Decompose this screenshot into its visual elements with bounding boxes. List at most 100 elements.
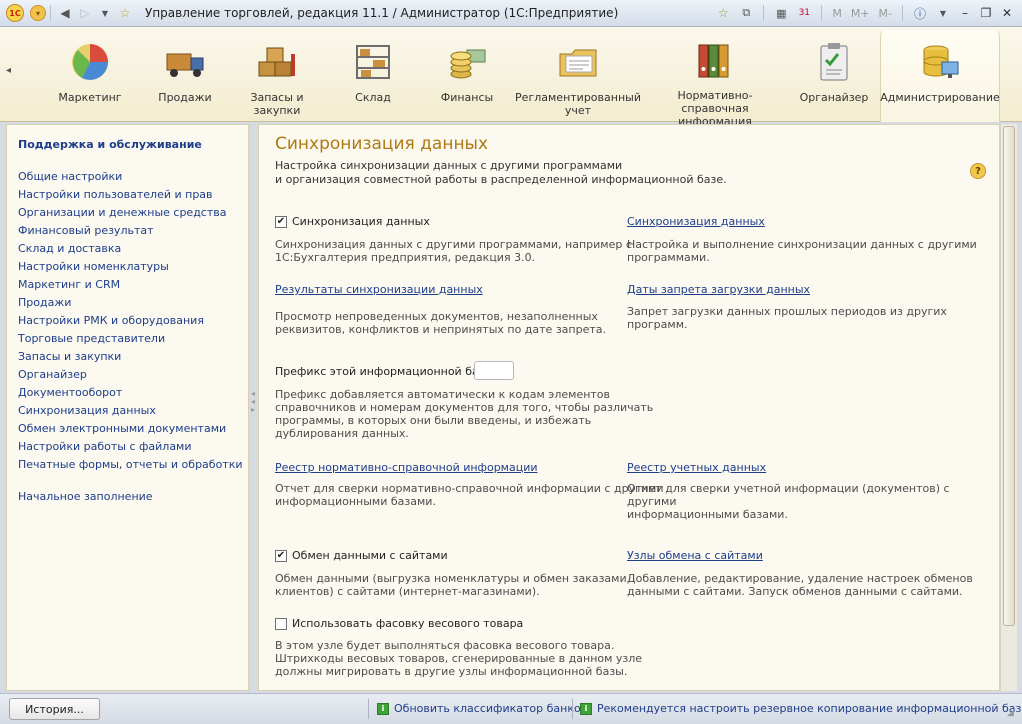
sync-data-checkbox[interactable]: ✔ Синхронизация данных	[275, 215, 430, 228]
status-message-backup[interactable]: i Рекомендуется настроить резервное копи…	[580, 702, 1022, 715]
section-administration[interactable]: Администрирование	[880, 30, 1000, 122]
sidebar-item[interactable]: Печатные формы, отчеты и обработки	[18, 458, 243, 471]
sidebar-item[interactable]: Настройки работы с файлами	[18, 440, 192, 453]
info-dropdown-icon[interactable]: ▼	[933, 3, 953, 23]
section-sales[interactable]: Продажи	[150, 27, 220, 122]
memory-m-button[interactable]: M	[829, 7, 845, 20]
reference-binders-icon	[692, 39, 738, 83]
accounting-registry-link[interactable]: Реестр учетных данных	[627, 461, 766, 474]
section-label: Нормативно-справочная информация	[677, 89, 753, 128]
calculator-icon[interactable]: ▦	[771, 3, 791, 23]
accounting-folder-icon	[555, 39, 601, 85]
stock-boxes-icon	[254, 39, 300, 85]
sidebar-nav: Поддержка и обслуживание Общие настройки…	[6, 124, 249, 691]
info-icon[interactable]: ⓘ	[910, 3, 930, 23]
section-label: Органайзер	[799, 91, 869, 104]
link-icon[interactable]: ⧉	[736, 3, 756, 23]
sidebar-item[interactable]: Маркетинг и CRM	[18, 278, 120, 291]
section-label: Запасы и закупки	[250, 91, 304, 117]
favorite-star-icon[interactable]: ☆	[115, 3, 135, 23]
vertical-scrollbar[interactable]	[1000, 124, 1017, 691]
nsi-registry-link[interactable]: Реестр нормативно-справочной информации	[275, 461, 538, 474]
checkbox-box[interactable]: ✔	[275, 215, 287, 228]
sidebar-item[interactable]: Общие настройки	[18, 170, 122, 183]
title-bar: 1С ▾ ◀ ▷ ▼ ☆ Управление торговлей, редак…	[0, 0, 1022, 27]
window-title: Управление торговлей, редакция 11.1 / Ад…	[145, 6, 619, 20]
forward-arrow-icon[interactable]: ▷	[75, 3, 95, 23]
load-ban-dates-link[interactable]: Даты запрета загрузки данных	[627, 283, 810, 296]
restore-icon[interactable]: ❐	[977, 5, 995, 21]
status-message-text[interactable]: Рекомендуется настроить резервное копиро…	[597, 702, 1022, 715]
sidebar-item[interactable]: Организации и денежные средства	[18, 206, 226, 219]
memory-minus-button[interactable]: M-	[876, 7, 895, 20]
section-label: Регламентированный учет	[515, 91, 641, 117]
site-nodes-link[interactable]: Узлы обмена с сайтами	[627, 549, 763, 562]
nsi-registry-description: Отчет для сверки нормативно-справочной и…	[275, 482, 664, 508]
info-green-icon: i	[377, 702, 389, 715]
help-icon[interactable]: ?	[970, 163, 986, 179]
checkbox-label: Синхронизация данных	[292, 215, 430, 228]
checkbox-box[interactable]	[275, 617, 287, 630]
panel-splitter-handle[interactable]: ◂ ◂ ▸	[251, 390, 255, 414]
main-menu-button[interactable]: ▾	[30, 5, 46, 21]
status-message-banks[interactable]: i Обновить классификатор банков	[377, 702, 587, 715]
section-warehouse[interactable]: Склад	[338, 27, 408, 122]
section-stock[interactable]: Запасы и закупки	[240, 27, 314, 122]
resize-grip-icon[interactable]: ◢	[1007, 708, 1014, 718]
sidebar-item-initial-fill[interactable]: Начальное заполнение	[18, 490, 153, 503]
section-finance[interactable]: Финансы	[432, 27, 502, 122]
history-button[interactable]: История...	[9, 698, 100, 720]
section-reference[interactable]: Нормативно-справочная информация	[648, 27, 782, 128]
sync-data-link[interactable]: Синхронизация данных	[627, 215, 765, 228]
finance-coins-icon	[444, 39, 490, 85]
calendar-icon[interactable]: 31	[794, 3, 814, 23]
sidebar-item-sync-active[interactable]: Синхронизация данных	[18, 404, 156, 417]
sections-panel: ◂ Маркетинг Продажи Запасы и закупки Скл…	[0, 27, 1022, 128]
history-dropdown-icon[interactable]: ▼	[95, 3, 115, 23]
sidebar-heading[interactable]: Поддержка и обслуживание	[18, 138, 202, 151]
sidebar-item[interactable]: Торговые представители	[18, 332, 165, 345]
sync-results-description: Просмотр непроведенных документов, незап…	[275, 310, 606, 336]
checkbox-label: Использовать фасовку весового товара	[292, 617, 524, 630]
sidebar-item[interactable]: Настройки номенклатуры	[18, 260, 169, 273]
sync-link-description: Настройка и выполнение синхронизации дан…	[627, 238, 977, 264]
scrollbar-thumb[interactable]	[1003, 126, 1015, 626]
sections-scroll-left-icon[interactable]: ◂	[6, 65, 11, 76]
site-exchange-description: Обмен данными (выгрузка номенклатуры и о…	[275, 572, 627, 598]
back-arrow-icon[interactable]: ◀	[55, 3, 75, 23]
page-title: Синхронизация данных	[275, 134, 489, 154]
prefix-label: Префикс этой информационной базы:	[275, 365, 497, 378]
section-label: Склад	[355, 91, 391, 104]
sidebar-item[interactable]: Документооборот	[18, 386, 122, 399]
section-marketing[interactable]: Маркетинг	[55, 27, 125, 122]
sidebar-item[interactable]: Настройки РМК и оборудования	[18, 314, 204, 327]
section-accounting[interactable]: Регламентированный учет	[515, 27, 641, 122]
sidebar-item[interactable]: Органайзер	[18, 368, 87, 381]
site-exchange-checkbox[interactable]: ✔ Обмен данными с сайтами	[275, 549, 448, 562]
weight-packing-checkbox[interactable]: Использовать фасовку весового товара	[275, 617, 523, 630]
sidebar-item[interactable]: Запасы и закупки	[18, 350, 121, 363]
checkbox-label: Обмен данными с сайтами	[292, 549, 448, 562]
status-message-text[interactable]: Обновить классификатор банков	[394, 702, 587, 715]
weight-packing-description: В этом узле будет выполняться фасовка ве…	[275, 639, 643, 678]
sync-results-link[interactable]: Результаты синхронизации данных	[275, 283, 483, 296]
section-label: Администрирование	[880, 91, 1000, 104]
status-separator	[572, 699, 573, 719]
sidebar-item[interactable]: Финансовый результат	[18, 224, 154, 237]
memory-plus-button[interactable]: M+	[848, 7, 873, 20]
checkbox-box[interactable]: ✔	[275, 549, 287, 562]
minimize-icon[interactable]: –	[956, 5, 974, 21]
sidebar-item[interactable]: Настройки пользователей и прав	[18, 188, 213, 201]
organizer-clipboard-icon	[811, 39, 857, 85]
prefix-input[interactable]	[474, 361, 514, 380]
close-icon[interactable]: ✕	[998, 5, 1016, 21]
sidebar-item[interactable]: Продажи	[18, 296, 71, 309]
status-separator	[368, 699, 369, 719]
sidebar-item[interactable]: Обмен электронными документами	[18, 422, 226, 435]
section-organizer[interactable]: Органайзер	[796, 27, 872, 122]
prefix-description: Префикс добавляется автоматически к кода…	[275, 388, 654, 440]
load-ban-dates-description: Запрет загрузки данных прошлых периодов …	[627, 305, 947, 331]
sidebar-item[interactable]: Склад и доставка	[18, 242, 121, 255]
navigate-star-icon[interactable]: ☆	[713, 3, 733, 23]
1c-logo-icon[interactable]: 1С	[6, 4, 24, 22]
